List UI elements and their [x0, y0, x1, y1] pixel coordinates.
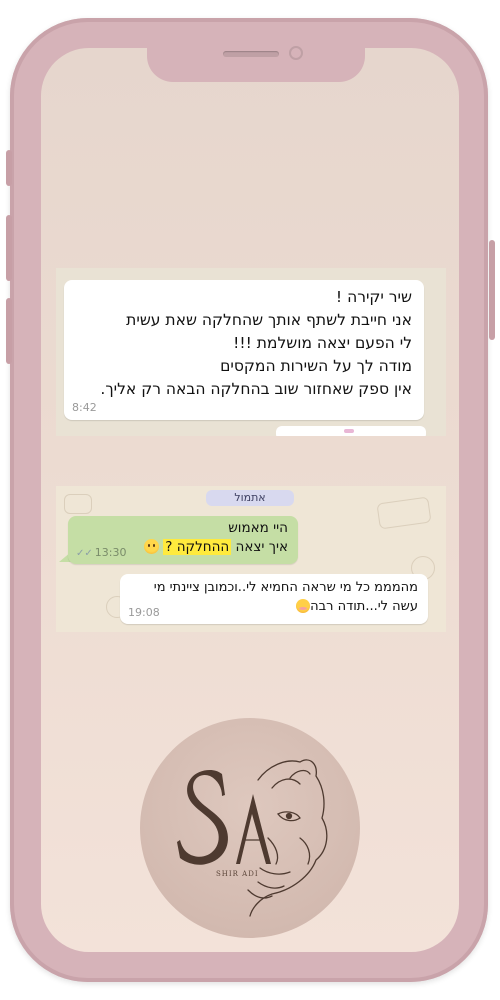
emoji-icon	[344, 429, 354, 433]
highlighted-text: ההחלקה ?	[163, 539, 232, 555]
message-line: לי הפעם יצאה מושלמת !!!	[233, 334, 412, 352]
message-time: 8:42	[72, 401, 97, 414]
date-separator: אתמול	[206, 490, 294, 506]
message-line: שיר יקירה !	[335, 288, 412, 306]
conversation-chat-screenshot: אתמול היי מאמוש איך יצאה ההחלקה ? ✓✓ 13:3…	[56, 486, 446, 632]
power-button	[489, 240, 495, 340]
volume-down-button	[6, 298, 12, 364]
outgoing-message-bubble: היי מאמוש איך יצאה ההחלקה ? ✓✓ 13:30	[68, 516, 298, 564]
lioness-monogram-icon	[177, 759, 328, 917]
wallpaper-doodle	[376, 496, 432, 530]
blushing-emoji-icon	[296, 599, 311, 613]
message-line: מודה לך על השירות המקסים	[220, 357, 412, 375]
camera-icon	[289, 46, 303, 60]
volume-up-button	[6, 215, 12, 281]
incoming-reply-bubble: מהמממ כל מי שראה החמיא לי..וכמובן ציינתי…	[120, 574, 428, 624]
silent-switch	[6, 150, 12, 186]
message-time: 19:08	[128, 606, 160, 619]
smiley-emoji-icon	[143, 539, 159, 554]
incoming-message-bubble: שיר יקירה ! אני חייבת לשתף אותך שהחלקה ש…	[64, 280, 424, 420]
testimonial-chat-screenshot: שיר יקירה ! אני חייבת לשתף אותך שהחלקה ש…	[56, 268, 446, 436]
message-text: איך יצאה	[231, 539, 288, 555]
double-check-icon: ✓✓	[76, 548, 93, 559]
wallpaper-doodle	[64, 494, 92, 514]
speaker-icon	[223, 51, 279, 57]
message-time: ✓✓ 13:30	[76, 546, 126, 559]
message-line: עשה לי...תודה רבה	[126, 597, 418, 616]
message-line: אין ספק שאחזור שוב בהחלקה הבאה רק אליך.	[100, 380, 412, 398]
message-line: אני חייבת לשתף אותך שהחלקה שאת עשית	[126, 311, 412, 329]
brand-name: SHIR ADI	[216, 870, 259, 878]
message-line: מהמממ כל מי שראה החמיא לי..וכמובן ציינתי…	[153, 580, 418, 595]
message-text: עשה לי...תודה רבה	[310, 599, 418, 614]
message-line: היי מאמוש	[228, 520, 288, 536]
brand-logo: SHIR ADI	[140, 718, 360, 938]
message-time-value: 13:30	[94, 546, 127, 559]
